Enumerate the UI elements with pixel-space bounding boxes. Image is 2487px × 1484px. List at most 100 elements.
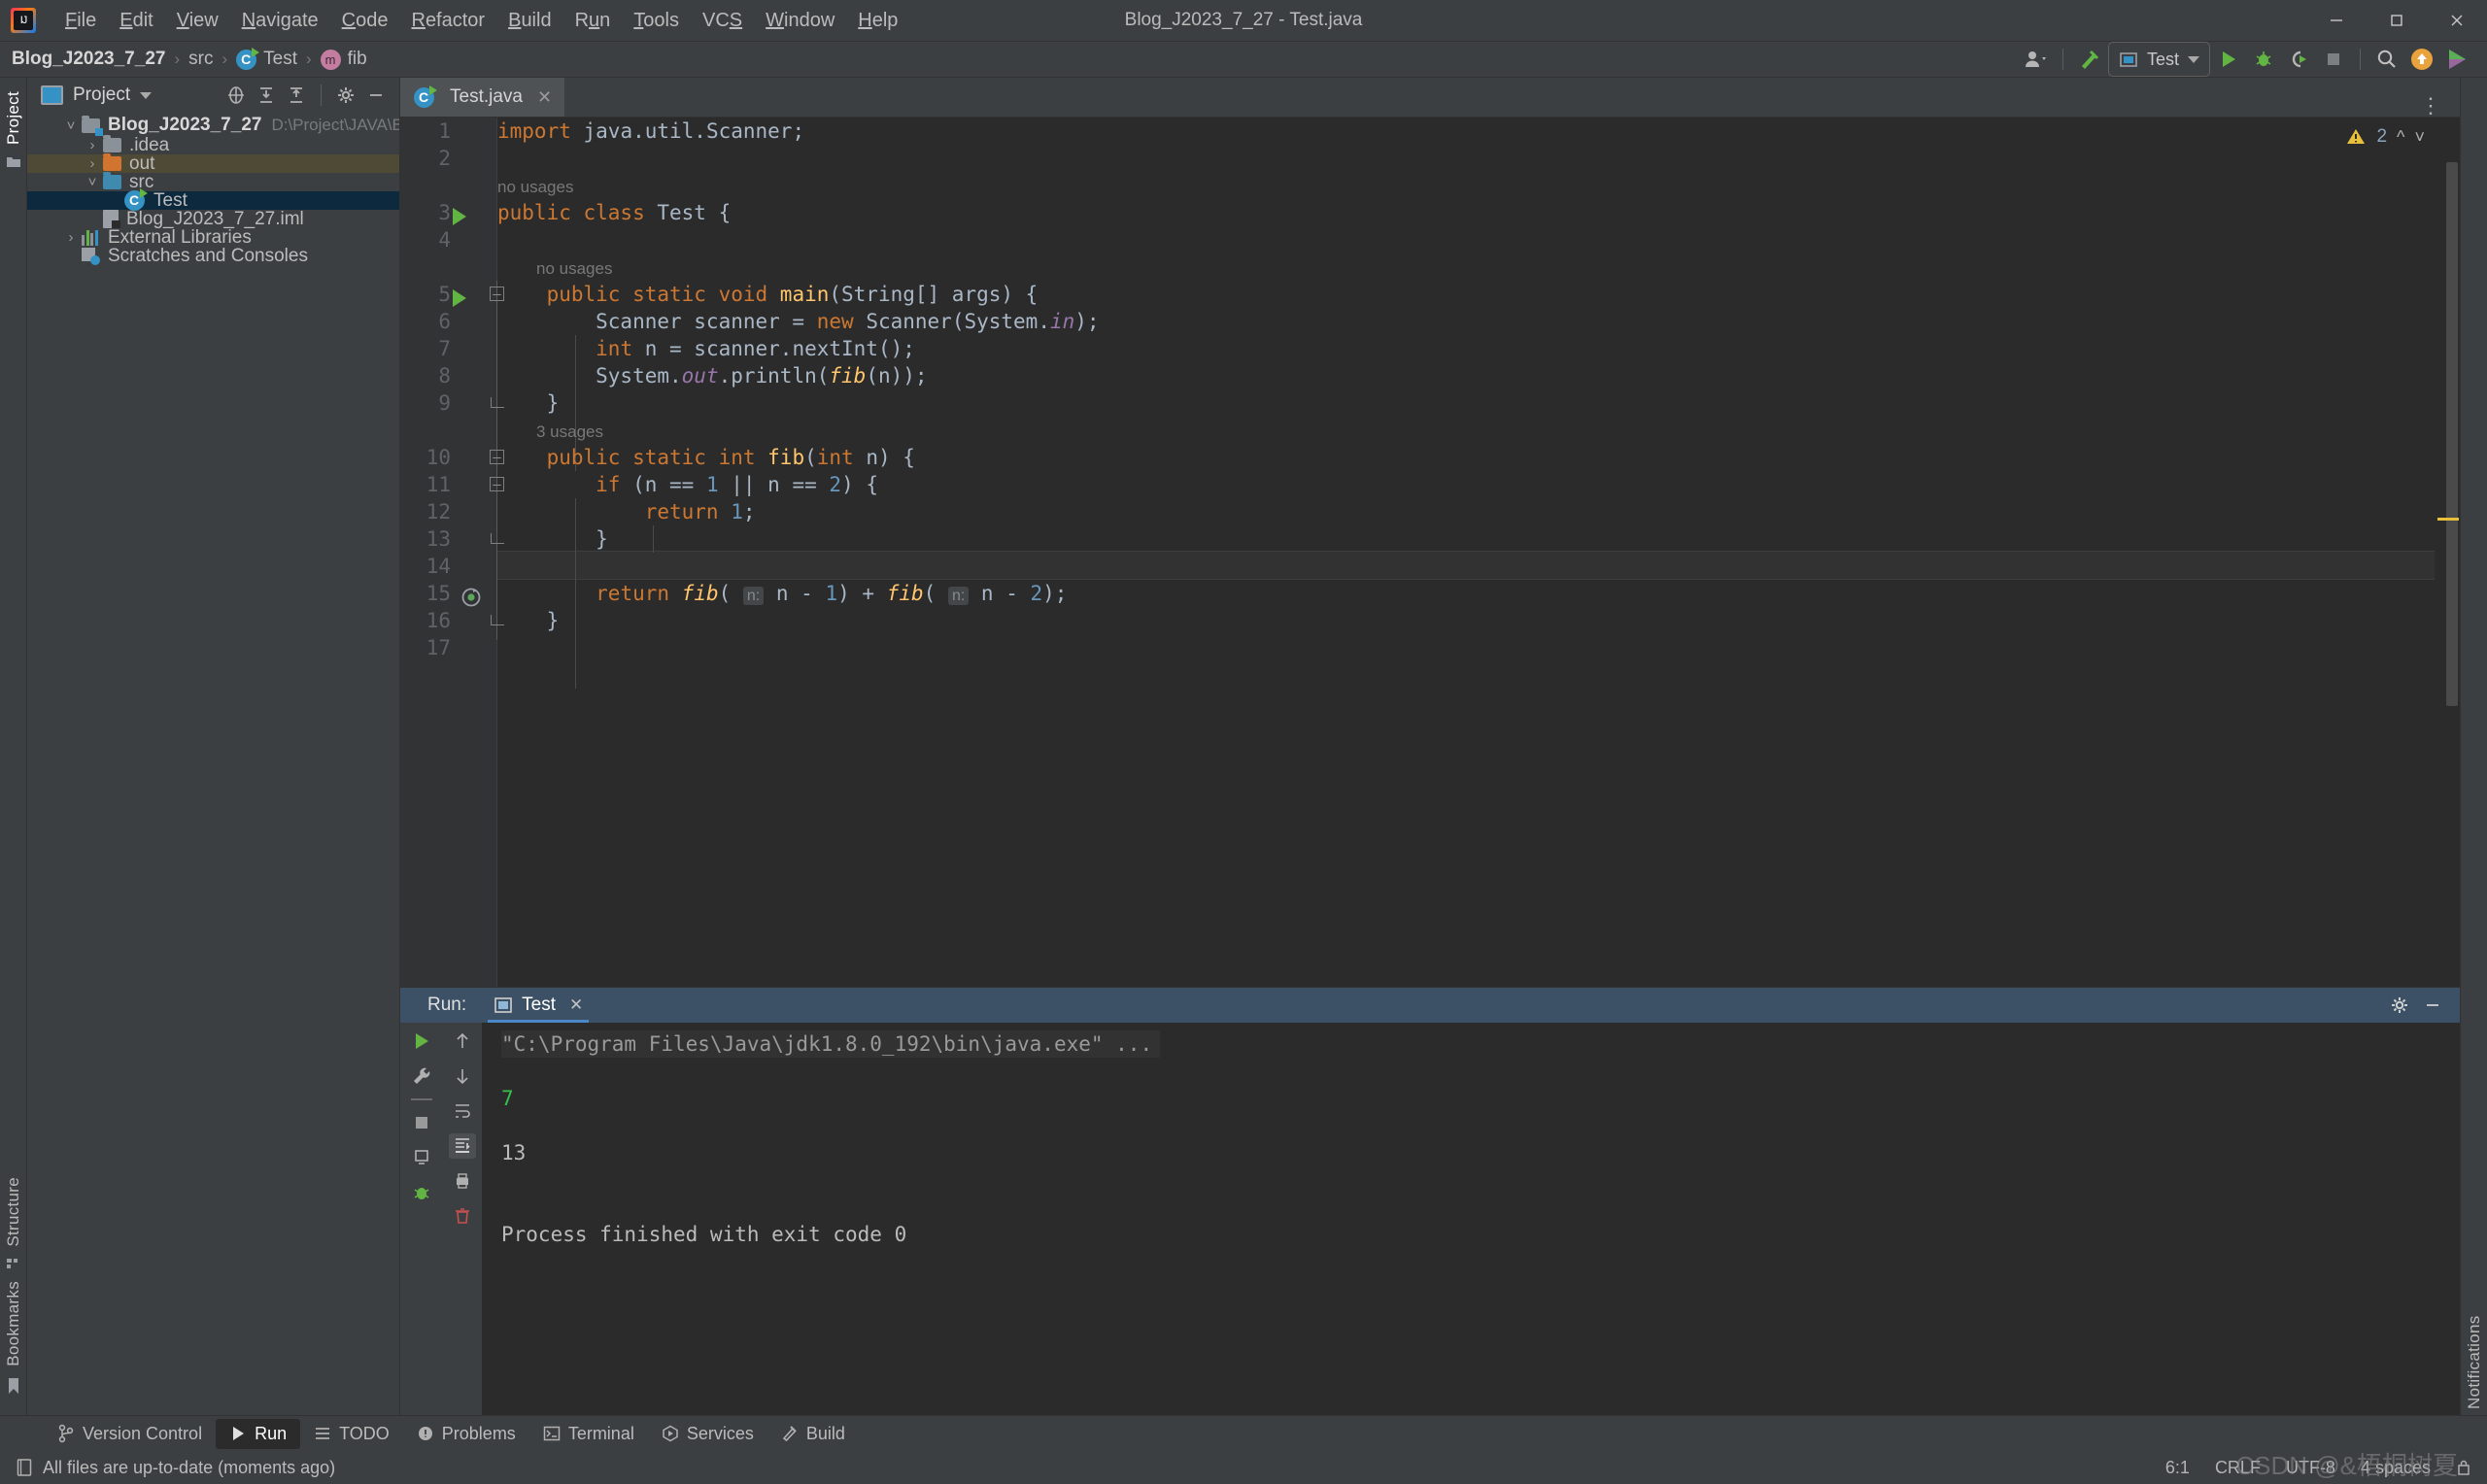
caret-position[interactable]: 6:1 (2165, 1458, 2190, 1478)
tree-item-scratches[interactable]: Scratches and Consoles (27, 246, 399, 266)
menu-build[interactable]: Build (496, 6, 562, 36)
sidebar-item-structure[interactable]: Structure (4, 1171, 23, 1253)
up-arrow-icon[interactable] (449, 1029, 476, 1054)
build-hammer-icon[interactable] (2073, 45, 2106, 74)
stop-icon[interactable] (408, 1110, 435, 1135)
menu-help[interactable]: Help (846, 6, 909, 36)
tree-item-external-libraries[interactable]: › External Libraries (27, 227, 399, 248)
indent-setting[interactable]: 4 spaces (2361, 1458, 2431, 1478)
folder-source-icon (103, 172, 121, 189)
tree-item-out[interactable]: › out (27, 153, 399, 174)
print-icon[interactable] (449, 1168, 476, 1194)
debug-button[interactable] (2247, 45, 2280, 74)
tool-button-run[interactable]: Run (216, 1418, 301, 1449)
run-configuration-selector[interactable]: Test (2107, 42, 2210, 77)
folder-grey-icon (103, 135, 121, 152)
close-icon[interactable]: ✕ (537, 87, 552, 108)
tree-item-iml-file[interactable]: Blog_J2023_7_27.iml (27, 209, 399, 229)
lock-icon[interactable] (2456, 1458, 2471, 1477)
code-editor[interactable]: import java.util.Scanner; no usages publ… (497, 118, 2435, 987)
tool-button-terminal[interactable]: Terminal (529, 1419, 648, 1449)
menu-vcs[interactable]: VCS (691, 6, 754, 36)
ide-features-trainer-icon[interactable] (2440, 45, 2473, 74)
tree-item-idea[interactable]: › .idea (27, 135, 399, 155)
sidebar-item-notifications[interactable]: Notifications (2465, 91, 2484, 1415)
run-panel-header: Run: Test ✕ (400, 988, 2460, 1023)
chevron-collapsed-icon[interactable]: › (82, 137, 103, 153)
menu-file[interactable]: File (53, 6, 108, 36)
error-stripe-marker-panel[interactable] (2435, 118, 2460, 987)
chevron-down-icon[interactable]: ˅ (2414, 127, 2425, 148)
line-separator[interactable]: CRLF (2215, 1458, 2261, 1478)
chevron-expanded-icon[interactable]: ˅ (60, 118, 82, 134)
menu-refactor[interactable]: Refactor (399, 6, 496, 36)
user-account-icon[interactable] (2020, 45, 2053, 74)
hide-panel-icon[interactable] (2419, 993, 2446, 1018)
chevron-collapsed-icon[interactable]: › (60, 229, 82, 246)
select-opened-file-icon[interactable] (222, 83, 250, 108)
maximize-button[interactable] (2367, 0, 2427, 41)
warning-stripe-mark[interactable] (2437, 518, 2459, 521)
menu-code[interactable]: Code (330, 6, 400, 36)
right-tool-window-strip: Notifications (2460, 78, 2487, 1415)
hide-panel-icon[interactable] (362, 83, 390, 108)
project-panel-title[interactable]: Project (41, 84, 153, 106)
editor-options-icon[interactable]: ⋮ (2414, 95, 2448, 117)
scroll-to-end-icon[interactable] (449, 1133, 476, 1159)
settings-gear-icon[interactable] (332, 83, 359, 108)
editor-tab-test-java[interactable]: Test.java ✕ (400, 78, 565, 117)
chevron-up-icon[interactable]: ^ (2397, 127, 2404, 148)
down-arrow-icon[interactable] (449, 1063, 476, 1089)
expand-all-icon[interactable] (253, 83, 280, 108)
search-everywhere-icon[interactable] (2370, 45, 2403, 74)
run-tab-test[interactable]: Test ✕ (488, 988, 590, 1023)
clear-all-icon[interactable] (449, 1203, 476, 1229)
menu-run[interactable]: Run (563, 6, 623, 36)
settings-gear-icon[interactable] (2386, 993, 2413, 1018)
menu-tools[interactable]: Tools (622, 6, 691, 36)
close-button[interactable] (2427, 0, 2487, 41)
file-encoding[interactable]: UTF-8 (2286, 1458, 2335, 1478)
collapse-all-icon[interactable] (283, 83, 310, 108)
menu-navigate[interactable]: Navigate (230, 6, 330, 36)
inspection-widget[interactable]: 2 ^ ˅ (2345, 118, 2435, 156)
menu-window[interactable]: Window (754, 6, 846, 36)
run-button[interactable] (2212, 45, 2245, 74)
breadcrumb-separator: › (305, 50, 312, 68)
menu-edit[interactable]: Edit (108, 6, 164, 36)
chevron-expanded-icon[interactable]: ˅ (82, 174, 103, 190)
update-project-icon[interactable] (2405, 45, 2438, 74)
breadcrumb-item-method[interactable]: fib (320, 49, 367, 70)
breadcrumb-item-src[interactable]: src (188, 49, 213, 70)
editor-scrollbar[interactable] (2446, 162, 2458, 706)
tool-button-services[interactable]: Services (648, 1419, 767, 1449)
tree-item-module-root[interactable]: ˅ Blog_J2023_7_27 D:\Project\JAVA\Blog_J… (27, 115, 399, 136)
editor-gutter[interactable] (400, 118, 497, 987)
breadcrumb-item-class[interactable]: Test (236, 47, 297, 70)
run-with-coverage-button[interactable] (2282, 45, 2315, 74)
tool-button-version-control[interactable]: Version Control (44, 1419, 216, 1449)
tool-button-todo[interactable]: TODO (300, 1419, 403, 1449)
close-icon[interactable]: ✕ (569, 995, 583, 1015)
soft-wrap-icon[interactable] (449, 1098, 476, 1124)
sidebar-item-bookmarks[interactable]: Bookmarks (4, 1275, 23, 1372)
sidebar-item-project[interactable]: Project (4, 85, 23, 151)
stop-button[interactable] (2317, 45, 2350, 74)
tool-button-build[interactable]: Build (767, 1419, 859, 1449)
dump-threads-icon[interactable] (408, 1145, 435, 1170)
console-output[interactable]: "C:\Program Files\Java\jdk1.8.0_192\bin\… (482, 1023, 2460, 1415)
breadcrumb-item-project[interactable]: Blog_J2023_7_27 (12, 49, 165, 70)
tree-item-test-class[interactable]: Test (27, 188, 399, 211)
breadcrumb-separator: › (174, 50, 181, 68)
chevron-down-icon[interactable] (140, 91, 153, 99)
left-strip-bottom: Structure Bookmarks (4, 1171, 23, 1415)
minimize-button[interactable] (2306, 0, 2367, 41)
menu-view[interactable]: View (165, 6, 230, 36)
rerun-icon[interactable] (408, 1029, 435, 1054)
tool-button-problems[interactable]: Problems (403, 1419, 529, 1449)
tree-item-src[interactable]: ˅ src (27, 172, 399, 192)
wrench-settings-icon[interactable] (408, 1063, 435, 1089)
chevron-collapsed-icon[interactable]: › (82, 155, 103, 172)
debug-icon[interactable] (408, 1180, 435, 1205)
console-line: 13 (501, 1141, 527, 1164)
